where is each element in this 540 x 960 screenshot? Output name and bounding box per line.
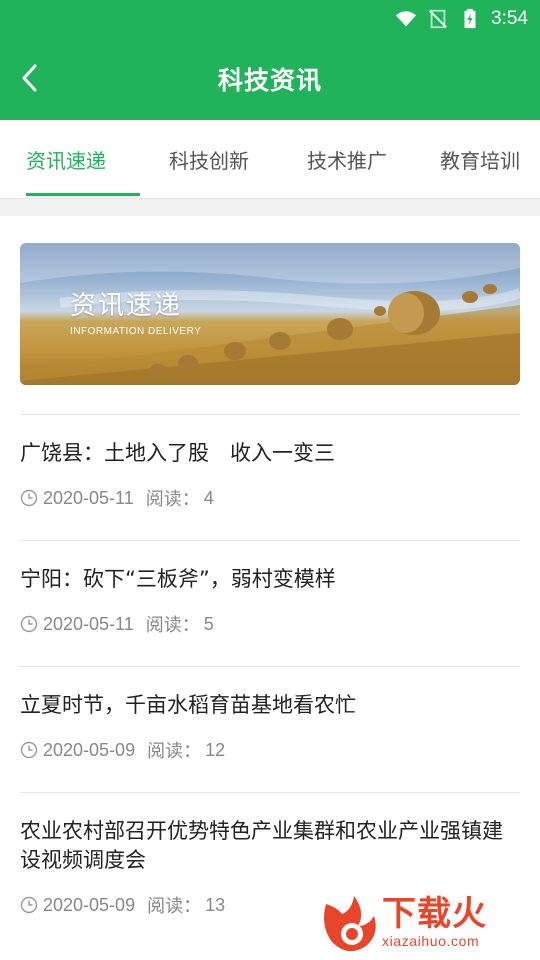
read-count: 12 — [205, 739, 226, 760]
news-list: 广饶县：土地入了股 收入一变三 2020-05-11 阅读： 4 宁阳：砍下“三… — [20, 414, 520, 946]
read-count: 4 — [203, 487, 214, 508]
clock-icon — [20, 615, 38, 633]
watermark-logo: 下载火 xiazaihuo.com — [318, 886, 540, 960]
page-title: 科技资讯 — [217, 66, 322, 95]
clock-icon — [20, 489, 38, 507]
banner-image[interactable]: 资讯速递 INFORMATION DELIVERY — [20, 243, 520, 385]
app-bar: 科技资讯 — [0, 38, 540, 120]
tab-tech-promotion[interactable]: 技术推广 — [278, 120, 416, 198]
battery-charging-icon — [464, 8, 476, 29]
read-count-label: 阅读： — [147, 896, 202, 917]
status-bar: 3:54 — [0, 0, 540, 38]
category-tabs: 资讯速递 科技创新 技术推广 教育培训 — [0, 120, 540, 198]
news-item[interactable]: 立夏时节，千亩水稻育苗基地看农忙 2020-05-09 阅读： 12 — [20, 666, 520, 792]
news-meta: 2020-05-09 阅读： 12 — [20, 737, 520, 763]
read-count: 5 — [203, 613, 214, 634]
read-count-label: 阅读： — [145, 615, 200, 636]
read-count-label: 阅读： — [145, 489, 200, 510]
read-count: 13 — [205, 894, 226, 915]
news-title: 农业农村部召开优势特色产业集群和农业产业强镇建设视频调度会 — [20, 819, 503, 872]
wifi-icon — [395, 11, 417, 27]
news-title: 宁阳：砍下“三板斧”，弱村变模样 — [20, 567, 336, 591]
banner-title: 资讯速递 — [70, 291, 183, 321]
no-signal-icon — [429, 9, 447, 29]
flame-logo-icon — [324, 896, 376, 952]
news-item[interactable]: 广饶县：土地入了股 收入一变三 2020-05-11 阅读： 4 — [20, 414, 520, 540]
news-meta: 2020-05-11 阅读： 5 — [20, 611, 520, 637]
news-date: 2020-05-09 — [43, 894, 136, 915]
clock-icon — [20, 896, 38, 914]
news-date: 2020-05-09 — [43, 739, 136, 760]
news-title: 广饶县：土地入了股 收入一变三 — [20, 441, 335, 465]
section-divider — [0, 198, 540, 216]
watermark-url: xiazaihuo.com — [382, 933, 480, 949]
news-item[interactable]: 宁阳：砍下“三板斧”，弱村变模样 2020-05-11 阅读： 5 — [20, 540, 520, 666]
banner-subtitle: INFORMATION DELIVERY — [70, 326, 202, 337]
news-date: 2020-05-11 — [43, 613, 134, 634]
chevron-left-icon — [22, 64, 37, 92]
read-count-label: 阅读： — [147, 741, 202, 762]
clock-icon — [20, 741, 38, 759]
tab-education-training[interactable]: 教育培训 — [416, 120, 540, 198]
news-title: 立夏时节，千亩水稻育苗基地看农忙 — [20, 693, 356, 717]
news-date: 2020-05-11 — [43, 487, 134, 508]
tab-tech-innovation[interactable]: 科技创新 — [140, 120, 278, 198]
back-button[interactable] — [10, 58, 50, 98]
watermark-text: 下载火 — [382, 894, 487, 934]
status-time: 3:54 — [491, 8, 528, 29]
tab-news-delivery[interactable]: 资讯速递 — [0, 120, 140, 198]
news-meta: 2020-05-11 阅读： 4 — [20, 485, 520, 511]
